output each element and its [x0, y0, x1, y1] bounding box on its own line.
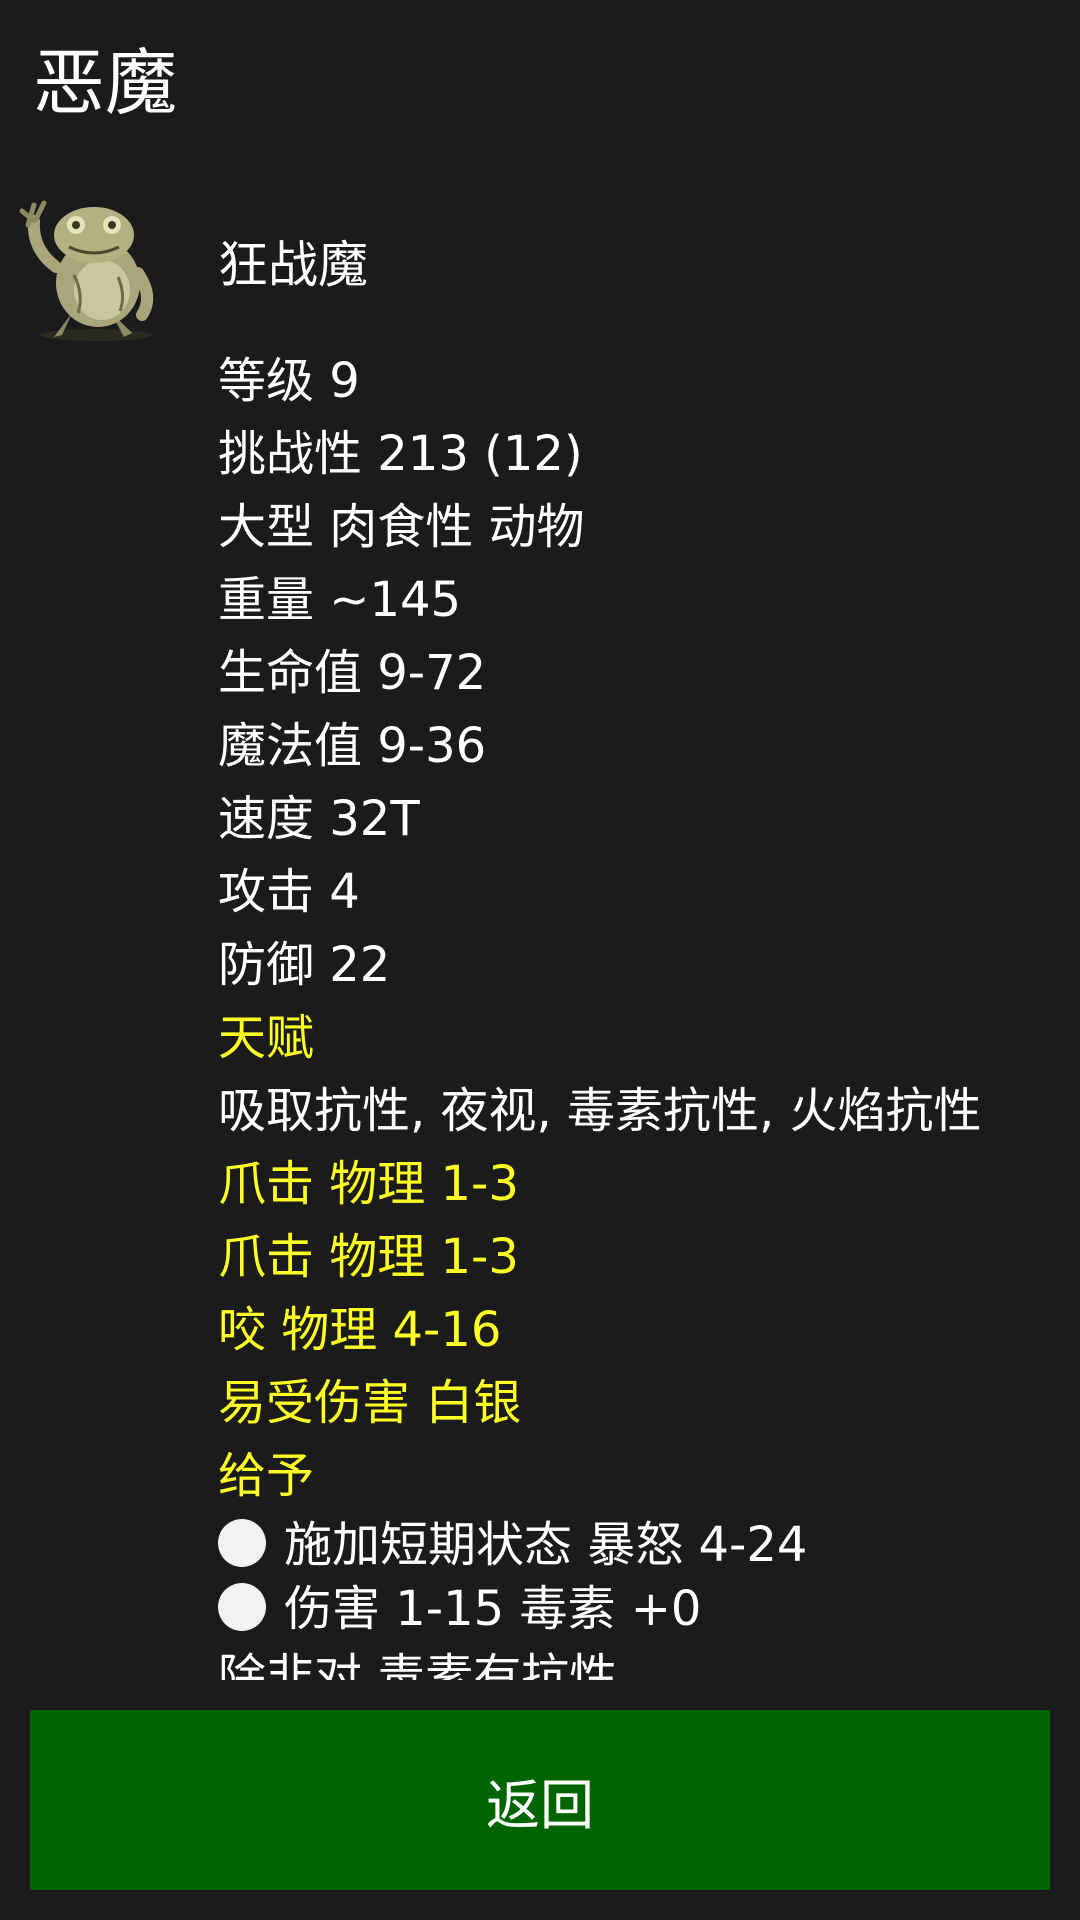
attack-claw-1: 爪击 物理 1-3 — [218, 1156, 519, 1212]
attack-bite: 咬 物理 4-16 — [218, 1302, 502, 1358]
monster-name: 狂战魔 — [218, 236, 368, 294]
back-button[interactable]: 返回 — [30, 1710, 1050, 1890]
grants-heading: 给予 — [218, 1448, 315, 1504]
attack-claw-2: 爪击 物理 1-3 — [218, 1229, 519, 1285]
stat-level: 等级 9 — [218, 353, 360, 409]
stat-size-diet: 大型 肉食性 动物 — [218, 499, 585, 555]
bullet-icon — [218, 1519, 266, 1567]
toad-demon-icon — [19, 200, 154, 341]
page-title: 恶魔 — [33, 41, 178, 125]
stat-hp: 生命值 9-72 — [218, 645, 487, 701]
bullet-icon — [218, 1583, 266, 1631]
stat-weight: 重量 ~145 — [218, 572, 462, 628]
effect-text: 施加短期状态 暴怒 4-24 — [284, 1517, 808, 1573]
stat-defense: 防御 22 — [218, 937, 391, 993]
stat-mp: 魔法值 9-36 — [218, 718, 487, 774]
stat-attack: 攻击 4 — [218, 864, 360, 920]
vulnerability: 易受伤害 白银 — [218, 1375, 522, 1431]
effect-condition: 除非对 毒素有抗性 — [218, 1649, 618, 1680]
stat-challenge: 挑战性 213 (12) — [218, 426, 583, 482]
talents-heading: 天赋 — [218, 1010, 315, 1066]
effect-item: 伤害 1-15 毒素 +0 — [218, 1577, 1068, 1641]
monster-info: 狂战魔 等级 9 挑战性 213 (12) 大型 肉食性 动物 重量 ~145 … — [218, 225, 1068, 1680]
stat-speed: 速度 32T — [218, 791, 420, 847]
effect-item: 施加短期状态 暴怒 4-24 — [218, 1513, 1068, 1577]
talents-list: 吸取抗性, 夜视, 毒素抗性, 火焰抗性 — [218, 1083, 982, 1139]
monster-detail-screen: 恶魔 狂战魔 等级 9 挑战性 213 (12) 大型 肉食性 动物 重量 ~1… — [0, 0, 1080, 1920]
effect-text: 伤害 1-15 毒素 +0 — [284, 1581, 702, 1637]
